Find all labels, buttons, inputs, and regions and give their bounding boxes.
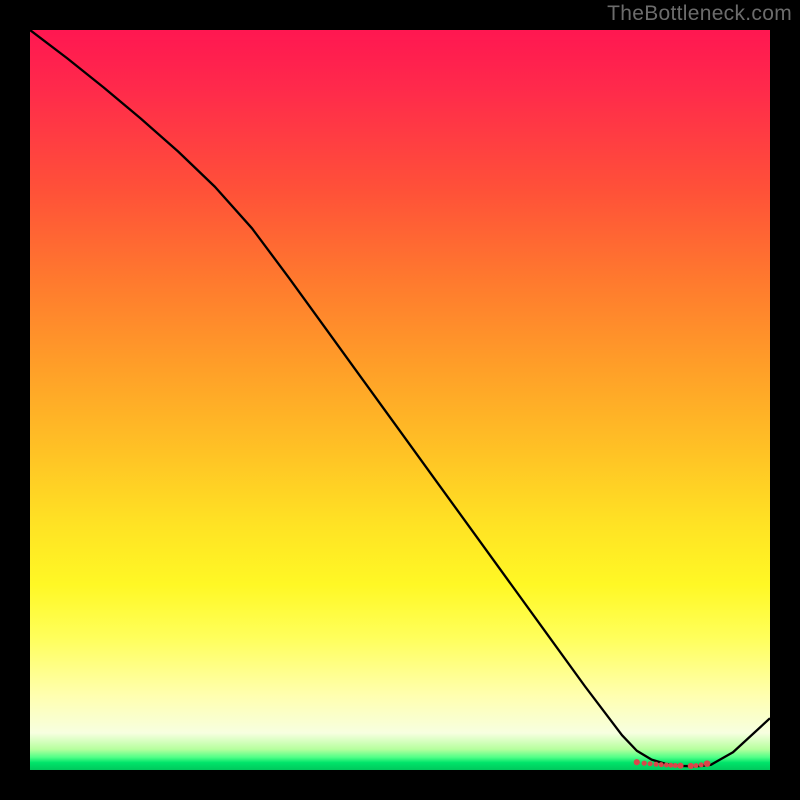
curve-svg <box>30 30 770 770</box>
trough-marker <box>668 763 673 768</box>
trough-marker <box>673 763 678 768</box>
trough-marker <box>648 761 653 766</box>
trough-marker <box>694 763 699 768</box>
trough-marker <box>654 762 659 767</box>
trough-marker <box>688 763 694 769</box>
trough-marker <box>677 763 683 769</box>
marker-group <box>634 759 711 769</box>
trough-marker <box>634 759 640 765</box>
trough-marker <box>642 761 647 766</box>
trough-marker <box>699 762 704 767</box>
plot-area <box>30 30 770 770</box>
bottleneck-curve <box>30 30 770 766</box>
trough-marker <box>704 760 711 767</box>
trough-marker <box>664 762 669 767</box>
watermark-text: TheBottleneck.com <box>607 2 792 26</box>
trough-marker <box>659 762 664 767</box>
chart-stage: TheBottleneck.com <box>0 0 800 800</box>
